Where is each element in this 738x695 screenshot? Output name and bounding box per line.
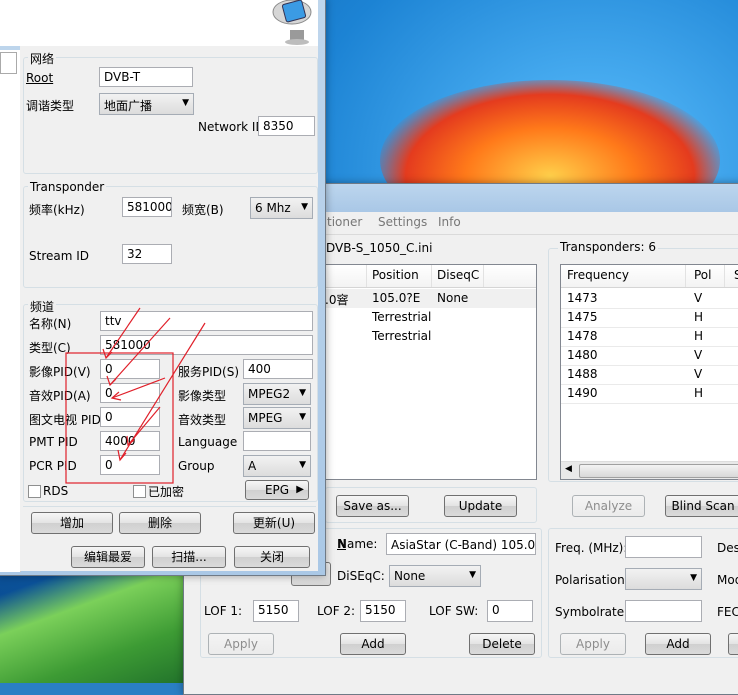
annotation-arrow <box>105 307 141 359</box>
annotation-arrow <box>111 377 166 399</box>
annotation-arrow <box>109 317 171 386</box>
annotation-box <box>65 352 174 484</box>
annotation-arrow <box>127 406 161 446</box>
red-annotation <box>65 307 206 484</box>
annotation-arrow-head <box>126 435 135 447</box>
annotation-arrow-head <box>106 375 117 387</box>
